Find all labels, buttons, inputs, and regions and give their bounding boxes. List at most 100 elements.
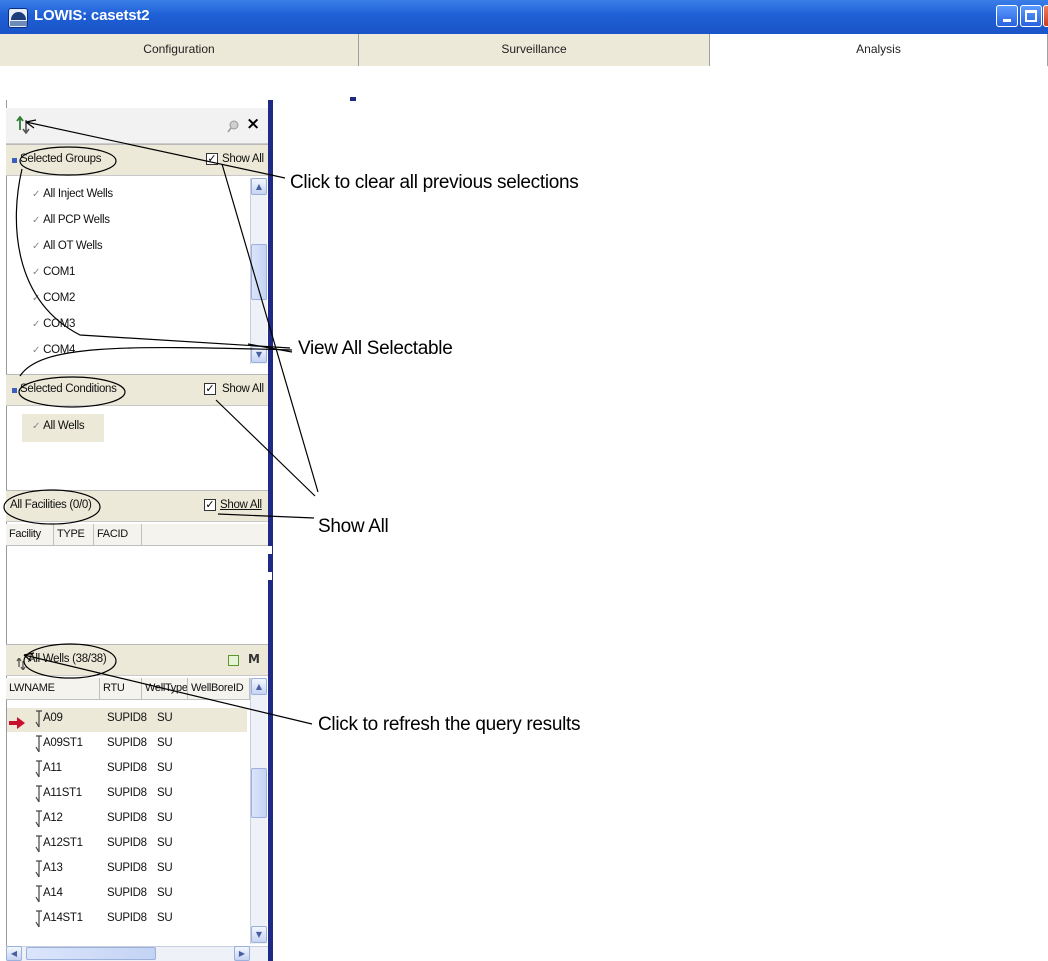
well-rtu: SUPID8 bbox=[107, 812, 147, 824]
groups-scrollbar[interactable]: ▲ ▼ bbox=[250, 178, 267, 364]
title-bar: LOWIS: casetst2 bbox=[0, 0, 1048, 34]
well-name: A09ST1 bbox=[43, 737, 83, 749]
list-item[interactable]: ✓ All Wells bbox=[32, 420, 85, 432]
column-header-wellboreid[interactable]: WellBoreID bbox=[188, 678, 250, 700]
scroll-down-icon[interactable]: ▼ bbox=[251, 926, 267, 943]
well-name: A11 bbox=[43, 762, 62, 774]
selected-groups-show-all-checkbox[interactable]: ✓ bbox=[206, 153, 218, 165]
well-rtu: SUPID8 bbox=[107, 737, 147, 749]
well-rtu: SUPID8 bbox=[107, 837, 147, 849]
column-header-lwname[interactable]: LWNAME bbox=[6, 678, 100, 700]
check-icon: ✓ bbox=[32, 345, 41, 356]
column-header-welltype[interactable]: WellType bbox=[142, 678, 188, 700]
check-icon: ✓ bbox=[32, 267, 41, 278]
column-header-facility[interactable]: Facility bbox=[6, 524, 54, 546]
table-row[interactable]: A12ST1 SUPID8 SU bbox=[7, 833, 247, 857]
well-rtu: SUPID8 bbox=[107, 862, 147, 874]
well-rtu: SUPID8 bbox=[107, 887, 147, 899]
new-query-icon[interactable] bbox=[228, 655, 239, 666]
well-type: SU bbox=[157, 912, 173, 924]
well-type: SU bbox=[157, 837, 173, 849]
scroll-thumb[interactable] bbox=[251, 244, 267, 300]
table-row[interactable]: A11ST1 SUPID8 SU bbox=[7, 783, 247, 807]
close-panel-icon[interactable]: × bbox=[246, 114, 260, 134]
scroll-up-icon[interactable]: ▲ bbox=[251, 178, 267, 195]
well-name: A09 bbox=[43, 712, 63, 724]
check-icon: ✓ bbox=[32, 319, 41, 330]
table-row[interactable]: A12 SUPID8 SU bbox=[7, 808, 247, 832]
window-title: LOWIS: casetst2 bbox=[34, 7, 150, 24]
list-item[interactable]: ✓ COM3 bbox=[32, 318, 75, 330]
annotation-refresh: Click to refresh the query results bbox=[318, 714, 581, 735]
table-row[interactable]: A14ST1 SUPID8 SU bbox=[7, 908, 247, 932]
lowis-app-icon bbox=[8, 8, 28, 28]
table-row[interactable]: A13 SUPID8 SU bbox=[7, 858, 247, 882]
scroll-left-icon[interactable]: ◀ bbox=[6, 946, 22, 961]
check-icon: ✓ bbox=[32, 189, 41, 200]
facilities-header: All Facilities (0/0) ✓ Show All bbox=[6, 490, 268, 522]
table-row[interactable]: A14 SUPID8 SU bbox=[7, 883, 247, 907]
well-rtu: SUPID8 bbox=[107, 912, 147, 924]
tab-surveillance[interactable]: Surveillance bbox=[359, 34, 710, 66]
wells-header: All Wells (38/38) M bbox=[6, 644, 268, 676]
check-icon: ✓ bbox=[32, 241, 41, 252]
maximize-icon bbox=[1025, 10, 1037, 22]
list-item[interactable]: ✓ All Inject Wells bbox=[32, 188, 113, 200]
main-tab-bar: Configuration Surveillance Analysis bbox=[0, 34, 1048, 66]
well-type: SU bbox=[157, 887, 173, 899]
wells-label: All Wells (38/38) bbox=[28, 653, 107, 665]
selected-conditions-show-all-label: Show All bbox=[222, 383, 264, 395]
check-icon: ✓ bbox=[32, 421, 41, 432]
well-rtu: SUPID8 bbox=[107, 787, 147, 799]
collapse-icon[interactable] bbox=[12, 388, 17, 393]
selected-conditions-show-all-checkbox[interactable]: ✓ bbox=[204, 383, 216, 395]
annotation-clear-selections: Click to clear all previous selections bbox=[290, 172, 579, 193]
maximize-button[interactable] bbox=[1020, 5, 1042, 27]
well-type: SU bbox=[157, 862, 173, 874]
close-button[interactable] bbox=[1043, 5, 1048, 27]
scroll-thumb[interactable] bbox=[26, 947, 156, 960]
list-item[interactable]: ✓ All OT Wells bbox=[32, 240, 103, 252]
scroll-thumb[interactable] bbox=[251, 768, 267, 818]
column-header-type[interactable]: TYPE bbox=[54, 524, 94, 546]
splitter-handle[interactable] bbox=[268, 572, 272, 580]
selected-conditions-header: Selected Conditions ✓ Show All bbox=[6, 374, 268, 406]
tab-indicator bbox=[350, 97, 356, 101]
well-name: A14ST1 bbox=[43, 912, 83, 924]
check-icon: ✓ bbox=[32, 215, 41, 226]
table-row[interactable]: A09 SUPID8 SU bbox=[7, 708, 247, 732]
refresh-icon[interactable] bbox=[16, 655, 26, 672]
panel-splitter[interactable] bbox=[268, 100, 273, 961]
well-name: A12ST1 bbox=[43, 837, 83, 849]
wells-horizontal-scrollbar[interactable]: ◀ ▶ bbox=[6, 946, 268, 961]
minimize-button[interactable] bbox=[996, 5, 1018, 27]
table-row[interactable]: A11 SUPID8 SU bbox=[7, 758, 247, 782]
clear-selections-icon[interactable] bbox=[16, 115, 30, 135]
tab-configuration[interactable]: Configuration bbox=[0, 34, 359, 66]
minimize-icon bbox=[1003, 19, 1011, 22]
scroll-right-icon[interactable]: ▶ bbox=[234, 946, 250, 961]
list-item[interactable]: ✓ COM4 bbox=[32, 344, 75, 356]
list-item[interactable]: ✓ COM2 bbox=[32, 292, 75, 304]
selected-conditions-label: Selected Conditions bbox=[20, 383, 117, 395]
wells-scrollbar[interactable]: ▲ ▼ bbox=[250, 678, 267, 944]
annotation-show-all: Show All bbox=[318, 516, 389, 537]
scroll-up-icon[interactable]: ▲ bbox=[251, 678, 267, 695]
facilities-show-all-label: Show All bbox=[220, 499, 262, 511]
facilities-label: All Facilities (0/0) bbox=[10, 499, 92, 511]
annotation-view-all-selectable: View All Selectable bbox=[298, 338, 453, 359]
column-header-rtu[interactable]: RTU bbox=[100, 678, 142, 700]
splitter-handle[interactable] bbox=[268, 546, 272, 554]
table-row[interactable]: A09ST1 SUPID8 SU bbox=[7, 733, 247, 757]
list-item[interactable]: ✓ All PCP Wells bbox=[32, 214, 110, 226]
well-rtu: SUPID8 bbox=[107, 762, 147, 774]
binoculars-icon[interactable]: M bbox=[248, 652, 260, 666]
column-header-facid[interactable]: FACID bbox=[94, 524, 142, 546]
collapse-icon[interactable] bbox=[12, 158, 17, 163]
scroll-down-icon[interactable]: ▼ bbox=[251, 346, 267, 363]
tab-analysis[interactable]: Analysis bbox=[710, 34, 1048, 66]
facilities-show-all-checkbox[interactable]: ✓ bbox=[204, 499, 216, 511]
pin-icon[interactable] bbox=[226, 118, 240, 133]
list-item[interactable]: ✓ COM1 bbox=[32, 266, 75, 278]
well-name: A14 bbox=[43, 887, 63, 899]
